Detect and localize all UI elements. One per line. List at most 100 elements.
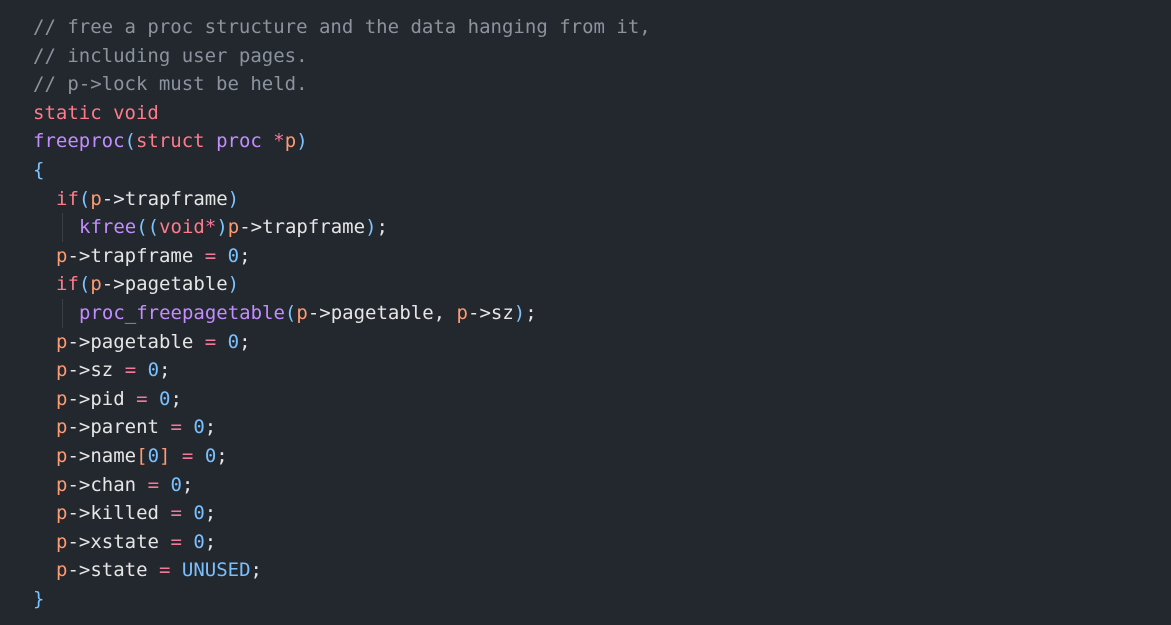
code-token-var: ] (159, 444, 171, 467)
code-token-punct: ) (365, 216, 377, 239)
code-line-content: p->state = UNUSED; (56, 556, 262, 585)
code-line: p->name[0] = 0; (33, 442, 651, 471)
code-token-ident: -> (67, 559, 91, 582)
code-token-ident: -> (67, 359, 91, 382)
code-token-var: p (56, 444, 68, 467)
code-token-ident (193, 331, 204, 353)
code-token-op: * (204, 216, 217, 239)
code-viewer: // free a proc structure and the data ha… (0, 0, 1171, 625)
code-token-ident (113, 359, 124, 381)
code-line-content: proc_freepagetable(p->pagetable, p->sz); (62, 298, 537, 328)
code-line-content: if(p->trapframe) (56, 185, 239, 214)
code-line-content: p->pid = 0; (56, 385, 182, 414)
code-token-ident: -> (67, 244, 91, 267)
code-line: freeproc(struct proc *p) (33, 127, 651, 156)
code-line: p->sz = 0; (33, 356, 651, 385)
code-token-ident (182, 416, 193, 438)
code-token-ident: ; (250, 559, 262, 582)
code-token-ident (159, 474, 170, 496)
code-token-ident (170, 445, 181, 467)
code-line: p->chan = 0; (33, 471, 651, 500)
code-token-var: p (284, 130, 297, 153)
code-token-comment: // p->lock must be held. (33, 73, 308, 96)
code-token-ident (193, 245, 204, 267)
code-token-op: = (124, 359, 137, 382)
code-token-op: = (181, 444, 194, 467)
code-line-content: static void (33, 99, 159, 128)
code-token-ident: ; (181, 473, 194, 496)
code-token-punct: ) (513, 301, 526, 324)
code-token-ident (182, 502, 193, 524)
code-token-var: p (56, 530, 68, 553)
code-token-punct: { (33, 158, 45, 181)
code-token-ident: -> (67, 530, 91, 553)
code-token-ident: sz (490, 301, 514, 324)
code-line: // p->lock must be held. (33, 70, 651, 99)
code-token-op: = (170, 416, 182, 439)
code-token-num: 0 (227, 330, 240, 353)
code-token-ident: pagetable (124, 273, 228, 296)
code-token-ident: pagetable (330, 301, 434, 324)
code-token-keyword: struct (135, 130, 205, 153)
code-token-punct: ( (124, 130, 136, 153)
code-token-num: 0 (193, 530, 205, 553)
code-token-punct: ( (78, 273, 91, 296)
code-token-ident: pagetable (90, 330, 194, 353)
code-token-keyword: if (56, 273, 79, 296)
code-token-ident (136, 474, 147, 496)
code-token-keyword: static (33, 101, 102, 124)
code-token-ident (159, 416, 170, 438)
code-token-ident: -> (307, 301, 331, 324)
code-token-num: 0 (147, 444, 160, 467)
code-line: p->killed = 0; (33, 499, 651, 528)
code-token-num: 0 (159, 387, 171, 410)
code-token-punct: ) (227, 187, 240, 210)
code-token-var: p (56, 330, 68, 353)
code-line: if(p->trapframe) (33, 185, 651, 214)
code-token-op: = (170, 502, 182, 525)
code-token-ident (159, 502, 170, 524)
code-token-punct: ) (216, 216, 228, 239)
code-token-ident: ; (216, 444, 228, 467)
code-token-num: 0 (170, 473, 182, 496)
code-token-ident: xstate (90, 530, 159, 553)
code-token-var: p (90, 187, 102, 210)
code-token-num: 0 (147, 359, 160, 382)
indent-guide-line (62, 213, 63, 242)
code-line: p->xstate = 0; (33, 528, 651, 557)
code-line: { (33, 156, 651, 185)
code-token-ident: state (90, 559, 148, 582)
code-token-ident: trapframe (90, 244, 194, 267)
code-token-op: = (147, 473, 160, 496)
code-token-func: proc_freepagetable (79, 301, 285, 324)
code-token-var: p (56, 473, 68, 496)
code-line-content: // p->lock must be held. (33, 70, 308, 99)
code-token-var: p (56, 359, 68, 382)
code-token-keyword: if (56, 187, 79, 210)
code-block: // free a proc structure and the data ha… (33, 13, 651, 613)
code-line-content: p->chan = 0; (56, 471, 193, 500)
code-token-punct: } (33, 587, 45, 610)
code-token-op: = (159, 559, 171, 582)
code-token-ident (125, 388, 136, 410)
code-line: static void (33, 99, 651, 128)
code-token-punct: ) (296, 130, 308, 153)
code-token-comment: // including user pages. (33, 44, 308, 67)
code-token-ident: pid (90, 387, 125, 410)
code-token-ident: ; (376, 216, 388, 239)
code-line: kfree((void*)p->trapframe); (33, 213, 651, 242)
code-line-content: // including user pages. (33, 42, 308, 71)
code-token-ident: ; (239, 244, 251, 267)
code-token-ident (205, 130, 216, 152)
code-line-content: p->xstate = 0; (56, 528, 216, 557)
code-token-ident (182, 531, 193, 553)
code-token-ident: ; (170, 387, 182, 410)
code-token-op: * (273, 130, 285, 153)
code-line-content: if(p->pagetable) (56, 270, 239, 299)
code-token-var: [ (136, 444, 148, 467)
code-token-ident (216, 331, 227, 353)
code-line: p->pid = 0; (33, 385, 651, 414)
code-token-ident: name (90, 444, 137, 467)
code-token-ident: killed (90, 502, 159, 525)
code-line-content: p->name[0] = 0; (56, 442, 228, 471)
